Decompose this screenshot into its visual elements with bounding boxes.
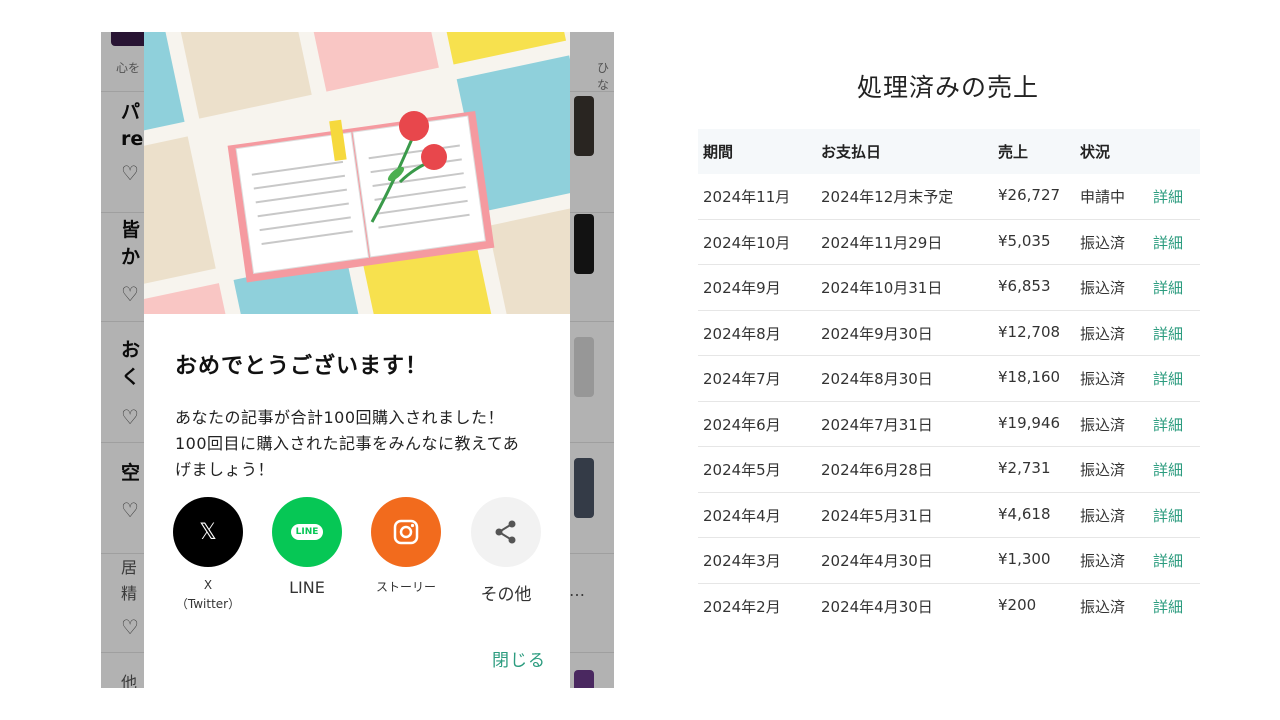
status-cell: 振込済 [1080, 233, 1126, 252]
modal-message: 100回目に購入された記事をみんなに教えてあ [175, 434, 520, 453]
status-cell: 振込済 [1080, 370, 1126, 388]
modal-message: あなたの記事が合計100回購入されました！ [175, 408, 505, 427]
period-cell: 2024年2月 [703, 597, 781, 616]
status-cell: 振込済 [1080, 597, 1126, 616]
amount-cell: ¥2,731 [998, 459, 1051, 477]
share-x-label: X [203, 578, 213, 592]
payment-date-cell: 2024年8月30日 [821, 370, 933, 388]
payment-date-cell: 2024年9月30日 [821, 324, 933, 343]
column-header: お支払日 [821, 143, 882, 161]
table-row: 2024年11月 2024年12月末予定 ¥26,727 申請中 詳細 [698, 174, 1200, 220]
status-cell: 振込済 [1080, 324, 1126, 343]
share-story-label: ストーリー [375, 580, 436, 594]
details-link[interactable]: 詳細 [1153, 368, 1183, 389]
status-cell: 申請中 [1080, 188, 1126, 206]
amount-cell: ¥1,300 [998, 550, 1051, 568]
share-line-button[interactable]: LINE [272, 497, 342, 567]
amount-cell: ¥18,160 [998, 368, 1061, 386]
instagram-icon [393, 519, 419, 545]
share-other-button[interactable] [471, 497, 541, 567]
amount-cell: ¥5,035 [998, 231, 1051, 250]
table-row: 2024年5月 2024年6月28日 ¥2,731 振込済 詳細 [698, 447, 1200, 493]
x-logo-icon: 𝕏 [199, 519, 217, 545]
payment-date-cell: 2024年10月31日 [821, 279, 943, 297]
details-link[interactable]: 詳細 [1153, 550, 1183, 571]
phone-screen: 心を ひな パ reg ♡ 皆 か ♡ お く ♡ 空 ♡ 居 精 … ♡ 他 [101, 32, 614, 688]
table-row: 2024年2月 2024年4月30日 ¥200 振込済 詳細 [698, 584, 1200, 630]
books-illustration [144, 32, 570, 314]
details-link[interactable]: 詳細 [1153, 505, 1183, 526]
amount-cell: ¥4,618 [998, 504, 1051, 523]
column-header: 売上 [998, 143, 1029, 161]
table-row: 2024年6月 2024年7月31日 ¥19,946 振込済 詳細 [698, 402, 1200, 447]
period-cell: 2024年10月 [703, 233, 791, 252]
period-cell: 2024年4月 [703, 506, 781, 525]
details-link[interactable]: 詳細 [1153, 323, 1183, 344]
table-row: 2024年7月 2024年8月30日 ¥18,160 振込済 詳細 [698, 356, 1200, 402]
modal-message: げましょう！ [175, 460, 275, 479]
share-x-button[interactable]: 𝕏 [173, 497, 243, 567]
table-row: 2024年3月 2024年4月30日 ¥1,300 振込済 詳細 [698, 538, 1200, 584]
close-button[interactable]: 閉じる [492, 646, 546, 671]
details-link[interactable]: 詳細 [1153, 414, 1183, 435]
table-row: 2024年9月 2024年10月31日 ¥6,853 振込済 詳細 [698, 265, 1200, 311]
table-row: 2024年10月 2024年11月29日 ¥5,035 振込済 詳細 [698, 220, 1200, 265]
period-cell: 2024年11月 [703, 188, 791, 206]
share-icon [495, 520, 516, 544]
payment-date-cell: 2024年5月31日 [821, 506, 933, 525]
status-cell: 振込済 [1080, 461, 1126, 479]
share-other-label: その他 [480, 585, 532, 605]
period-cell: 2024年5月 [703, 461, 781, 479]
status-cell: 振込済 [1080, 506, 1126, 525]
column-header: 状況 [1080, 143, 1111, 161]
table-row: 2024年8月 2024年9月30日 ¥12,708 振込済 詳細 [698, 311, 1200, 356]
status-cell: 振込済 [1080, 552, 1126, 570]
details-link[interactable]: 詳細 [1153, 277, 1183, 298]
amount-cell: ¥200 [998, 595, 1037, 614]
status-cell: 振込済 [1080, 415, 1126, 434]
table-row: 2024年4月 2024年5月31日 ¥4,618 振込済 詳細 [698, 493, 1200, 538]
column-header: 期間 [703, 143, 734, 161]
period-cell: 2024年3月 [703, 552, 781, 570]
congrats-modal: おめでとうございます！ あなたの記事が合計100回購入されました！ 100回目に… [144, 32, 570, 688]
share-x-label: （Twitter） [175, 597, 241, 611]
amount-cell: ¥26,727 [998, 186, 1061, 204]
payment-date-cell: 2024年11月29日 [821, 233, 943, 252]
payment-date-cell: 2024年4月30日 [821, 552, 933, 570]
amount-cell: ¥12,708 [998, 322, 1061, 341]
amount-cell: ¥19,946 [998, 413, 1061, 432]
share-line-label: LINE [289, 578, 325, 597]
period-cell: 2024年9月 [703, 279, 781, 297]
payment-date-cell: 2024年7月31日 [821, 415, 933, 434]
table-header: 期間 お支払日 売上 状況 [698, 129, 1200, 174]
modal-title: おめでとうございます！ [175, 354, 429, 379]
period-cell: 2024年7月 [703, 370, 781, 388]
status-cell: 振込済 [1080, 279, 1126, 297]
payment-date-cell: 2024年4月30日 [821, 597, 933, 616]
page-title: 処理済みの売上 [857, 73, 1040, 102]
details-link[interactable]: 詳細 [1153, 596, 1183, 617]
amount-cell: ¥6,853 [998, 277, 1051, 295]
period-cell: 2024年6月 [703, 415, 781, 434]
sales-table: 期間 お支払日 売上 状況 2024年11月 2024年12月末予定 ¥26,7… [698, 129, 1200, 629]
payment-date-cell: 2024年12月末予定 [821, 188, 954, 206]
share-story-button[interactable] [371, 497, 441, 567]
period-cell: 2024年8月 [703, 324, 781, 343]
payment-date-cell: 2024年6月28日 [821, 461, 933, 479]
details-link[interactable]: 詳細 [1153, 186, 1183, 207]
line-logo-icon: LINE [290, 524, 324, 540]
details-link[interactable]: 詳細 [1153, 459, 1183, 480]
details-link[interactable]: 詳細 [1153, 232, 1183, 253]
